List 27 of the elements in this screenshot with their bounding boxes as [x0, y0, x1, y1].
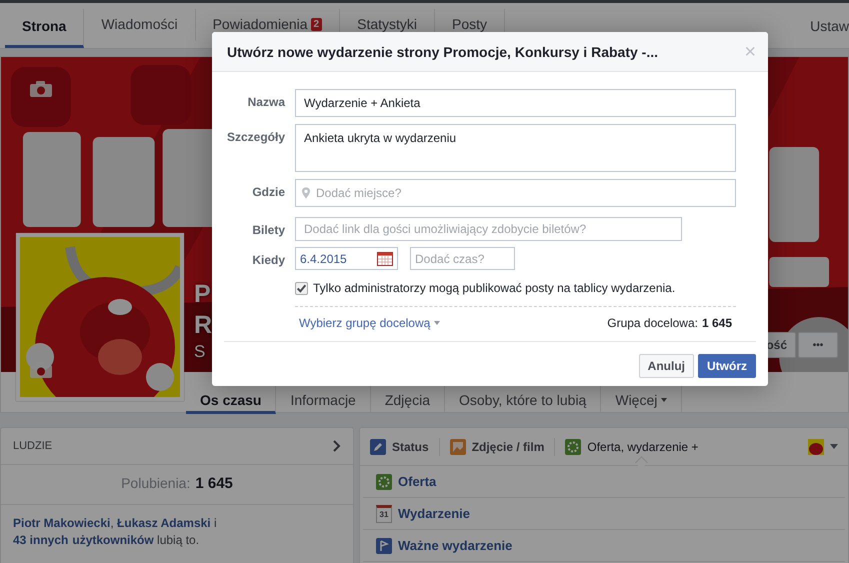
friend-link[interactable]: Łukasz Adamski [117, 516, 211, 530]
gear-icon [565, 438, 582, 454]
panel-title: LUDZIE [13, 440, 52, 452]
friend-link[interactable]: 43 innych [13, 533, 68, 547]
pencil-icon [370, 438, 386, 454]
composer-tab[interactable]: Zdjęcie / film [450, 438, 556, 456]
calendar-icon: 31 [376, 504, 392, 522]
composer-menu-item[interactable]: 31 Wydarzenie [363, 498, 845, 530]
friend-link[interactable]: Piotr Makowiecki [13, 516, 110, 530]
likes-count: 1 645 [195, 475, 233, 492]
notification-badge: 2 [310, 18, 322, 30]
photo-icon [450, 438, 466, 454]
composer-menu-item[interactable]: Oferta [363, 466, 845, 498]
composer-menu-item[interactable]: Ważne wydarzenie [363, 530, 845, 562]
dialog-title: Utwórz nowe wydarzenie strony Promocje, Konkursy i Rabaty -... [227, 44, 658, 60]
avatar-icon[interactable] [808, 438, 824, 454]
friend-link[interactable]: użytkowników [72, 533, 154, 547]
likes-label: Polubienia: [121, 475, 190, 491]
gear-icon [376, 474, 392, 490]
caret-icon[interactable] [830, 444, 838, 449]
settings-link[interactable]: Ustaw [810, 18, 849, 34]
flag-icon [376, 538, 392, 554]
chevron-right-icon[interactable] [333, 440, 341, 452]
nav-tab[interactable]: Wiadomości [84, 9, 196, 42]
nav-tab[interactable]: Strona [5, 9, 84, 48]
friends-like-text: Piotr Makowiecki, Łukasz Adamski i 43 innych użytkowników lubią to. [12, 515, 218, 549]
composer-tab[interactable]: Status [370, 438, 440, 456]
